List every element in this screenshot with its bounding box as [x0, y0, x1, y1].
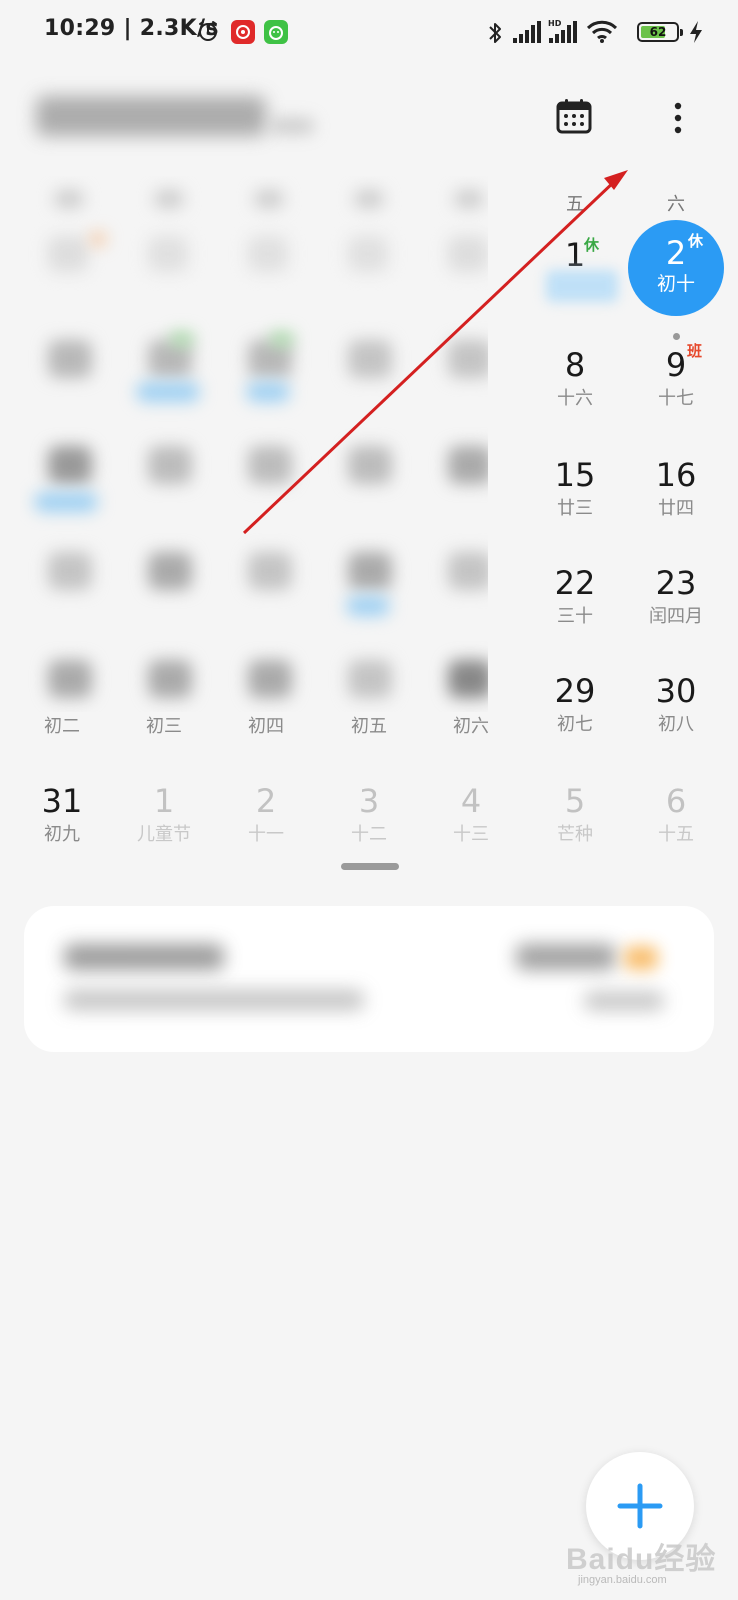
day-cell-next-2[interactable]: 2 十一 — [215, 782, 317, 848]
lunar-date: 芒种 — [557, 824, 593, 845]
day-cell-8[interactable]: 8 十六 — [524, 346, 626, 412]
lunar-label: 初二 — [44, 716, 80, 737]
day-cell-9[interactable]: 9 十七 班 — [625, 342, 727, 412]
day-cell-29[interactable]: 29 初七 — [524, 672, 626, 738]
lunar-date: 初十 — [656, 273, 695, 295]
event-indicator-blurred — [546, 270, 618, 302]
workday-badge: 班 — [687, 342, 703, 360]
day-cell-16[interactable]: 16 廿四 — [625, 456, 727, 522]
day-number: 29 — [554, 672, 596, 710]
lunar-date: 十七 — [658, 388, 694, 409]
day-number: 23 — [655, 564, 697, 602]
lunar-date: 初九 — [44, 824, 80, 845]
lunar-date: 十二 — [351, 824, 387, 845]
holiday-badge: 休 — [584, 236, 600, 254]
day-cell-next-6[interactable]: 6 十五 — [625, 782, 727, 848]
lunar-label: 初六 — [453, 716, 489, 737]
watermark: Baidu经验 — [566, 1543, 717, 1576]
alarm-icon — [199, 21, 217, 41]
charging-icon — [690, 21, 702, 43]
netease-music-icon — [231, 20, 255, 44]
lunar-date: 十一 — [248, 824, 284, 845]
event-time-blurred — [516, 944, 616, 970]
day-number: 1 — [564, 236, 586, 274]
holiday-badge: 休 — [688, 232, 704, 250]
day-number: 31 — [41, 782, 83, 820]
day-cell-23[interactable]: 23 闰四月 — [625, 564, 727, 630]
wifi-icon — [586, 20, 618, 43]
day-number: 22 — [554, 564, 596, 602]
svg-text:HD: HD — [548, 19, 562, 28]
day-number: 8 — [564, 346, 586, 384]
battery-level: 62 — [649, 25, 667, 39]
day-cell-30[interactable]: 30 初八 — [625, 672, 727, 738]
day-number: 3 — [358, 782, 380, 820]
lunar-date: 廿三 — [557, 498, 593, 519]
bluetooth-icon — [489, 23, 501, 43]
day-cell-22[interactable]: 22 三十 — [524, 564, 626, 630]
weekday-sat: 六 — [667, 194, 685, 215]
lunar-label: 初三 — [146, 716, 182, 737]
day-cell-next-1[interactable]: 1 儿童节 — [113, 782, 215, 848]
lunar-label: 初四 — [248, 716, 284, 737]
lunar-date: 闰四月 — [649, 606, 703, 627]
status-time: 10:29 | 2.3K/s — [44, 16, 219, 41]
signal-hd-icon: HD — [548, 19, 577, 43]
more-vertical-icon[interactable] — [660, 100, 696, 136]
lunar-date: 十六 — [557, 388, 593, 409]
event-detail-blurred — [64, 990, 364, 1010]
day-cell-31[interactable]: 31 初九 — [11, 782, 113, 848]
watermark-url: jingyan.baidu.com — [578, 1574, 667, 1586]
signal-icon-1 — [513, 21, 541, 43]
lunar-date: 廿四 — [658, 498, 694, 519]
event-meta-blurred — [584, 992, 664, 1010]
lunar-date: 儿童节 — [137, 824, 191, 845]
day-number: 2 — [255, 782, 277, 820]
lunar-date: 初七 — [557, 714, 593, 735]
drag-handle[interactable] — [341, 863, 399, 870]
month-subtitle-blurred — [270, 118, 314, 134]
day-number: 4 — [460, 782, 482, 820]
day-cell-1[interactable]: 1 休 — [524, 236, 626, 274]
battery-icon: 62 — [637, 22, 683, 42]
calendar-icon[interactable] — [556, 98, 592, 134]
lunar-label: 初五 — [351, 716, 387, 737]
day-cell-next-4[interactable]: 4 十三 — [420, 782, 522, 848]
weekday-fri: 五 — [566, 194, 584, 215]
lunar-date: 初八 — [658, 714, 694, 735]
day-number: 5 — [564, 782, 586, 820]
day-number: 15 — [554, 456, 596, 494]
calendar-grid-blurred — [20, 176, 488, 712]
lunar-date: 三十 — [557, 606, 593, 627]
day-cell-next-5[interactable]: 5 芒种 — [524, 782, 626, 848]
day-number: 6 — [665, 782, 687, 820]
event-dot — [673, 333, 680, 340]
event-title-blurred — [64, 944, 224, 970]
month-title-blurred — [36, 96, 266, 136]
lunar-date: 十三 — [453, 824, 489, 845]
day-number: 16 — [655, 456, 697, 494]
app-notification-icon — [264, 20, 288, 44]
day-number: 9 — [665, 346, 687, 384]
lunar-date: 十五 — [658, 824, 694, 845]
event-tag-blurred — [624, 946, 658, 970]
day-number: 1 — [153, 782, 175, 820]
event-card[interactable] — [24, 906, 714, 1052]
plus-icon — [617, 1483, 663, 1529]
status-bar: 10:29 | 2.3K/s HD 62 — [0, 0, 738, 64]
day-number: 30 — [655, 672, 697, 710]
day-cell-today[interactable]: 2 初十 休 — [628, 220, 724, 316]
day-number: 2 — [665, 234, 687, 272]
day-cell-next-3[interactable]: 3 十二 — [318, 782, 420, 848]
day-cell-15[interactable]: 15 廿三 — [524, 456, 626, 522]
